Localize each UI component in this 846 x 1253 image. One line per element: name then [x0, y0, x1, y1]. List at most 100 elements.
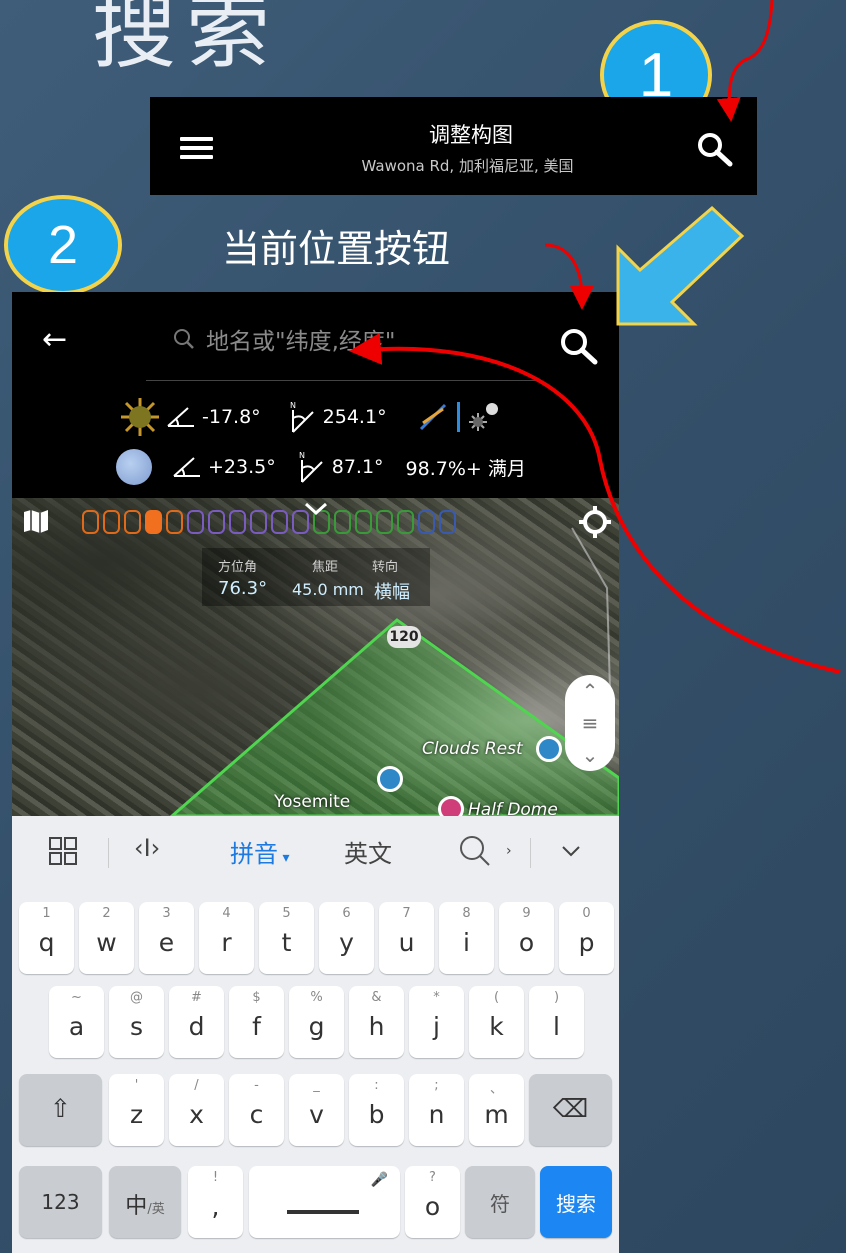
chevron-down-icon[interactable] — [302, 500, 330, 518]
timeline-slot[interactable] — [103, 510, 120, 534]
moon-elevation-icon — [173, 457, 200, 477]
timeline-slot[interactable] — [124, 510, 141, 534]
key-a[interactable]: ~ a — [49, 986, 104, 1058]
key-u[interactable]: 7u — [379, 902, 434, 974]
period-key[interactable]: ? o — [405, 1166, 460, 1238]
key-secondary-label: ! — [212, 1170, 219, 1185]
grid-icon[interactable] — [48, 836, 78, 866]
key-k[interactable]: (k — [469, 986, 524, 1058]
cursor-icon[interactable]: ‹I› — [134, 834, 160, 862]
key-w[interactable]: 2w — [79, 902, 134, 974]
key-q[interactable]: 1q — [19, 902, 74, 974]
menu-lines-icon[interactable]: ≡ — [582, 711, 599, 735]
key-g[interactable]: % g — [289, 986, 344, 1058]
shift-key[interactable]: ⇧ — [19, 1074, 102, 1146]
page-title: 搜索 — [92, 0, 281, 80]
timeline-slot[interactable] — [376, 510, 393, 534]
microphone-icon: 🎤 — [370, 1172, 388, 1188]
key-d[interactable]: # d — [169, 986, 224, 1058]
key-y[interactable]: 6y — [319, 902, 374, 974]
backspace-key[interactable]: ⌫ — [529, 1074, 612, 1146]
zoom-control[interactable]: ⌃ ≡ ⌄ — [565, 675, 615, 771]
search-icon[interactable] — [696, 131, 734, 169]
numbers-key[interactable]: 123 — [19, 1166, 102, 1238]
timeline-slot[interactable] — [187, 510, 204, 534]
map-layers-icon[interactable] — [22, 508, 50, 534]
space-key[interactable]: 🎤 — [249, 1166, 400, 1238]
key-secondary-label: ? — [429, 1170, 436, 1185]
timeline-slot[interactable] — [439, 510, 456, 534]
key-r[interactable]: 4r — [199, 902, 254, 974]
map-view[interactable]: 方位角 焦距 转向 76.3° 45.0 mm 横幅 120 Clouds Re… — [12, 498, 619, 816]
key-t[interactable]: 5t — [259, 902, 314, 974]
key-v[interactable]: _ v — [289, 1074, 344, 1146]
key-n[interactable]: ; n — [409, 1074, 464, 1146]
timeline-slot[interactable] — [208, 510, 225, 534]
lang-switch-key[interactable]: 中/英 — [109, 1166, 181, 1238]
azimuth-value: 76.3° — [218, 578, 268, 599]
chevron-right-icon: › — [506, 843, 512, 859]
search-icon[interactable] — [458, 834, 492, 868]
sun-moon-toggle-icon[interactable] — [466, 401, 500, 433]
key-j[interactable]: * j — [409, 986, 464, 1058]
comma-key[interactable]: !, — [188, 1166, 243, 1238]
key-label: e — [158, 928, 175, 957]
sun-azimuth: 254.1° — [322, 406, 387, 428]
current-location-icon[interactable] — [577, 504, 613, 540]
key-secondary-label: * — [433, 990, 440, 1005]
timeline-slot[interactable] — [397, 510, 414, 534]
symbol-key[interactable]: 符 — [465, 1166, 535, 1238]
search-button-icon[interactable] — [558, 326, 600, 368]
back-arrow-icon[interactable]: ← — [42, 322, 67, 357]
keyboard: ‹I› 拼音 ▾ 英文 › 1 q 2 w 3 e 4 r 5 t 6 y 7 u 8 i 9 o 0 p ~ a @ s # d… — [12, 816, 619, 1253]
key-secondary-label: : — [374, 1078, 379, 1093]
timeline-slot[interactable] — [166, 510, 183, 534]
lang-switch-label: 中/英 — [109, 1188, 181, 1220]
key-s[interactable]: @ s — [109, 986, 164, 1058]
key-z[interactable]: ' z — [109, 1074, 164, 1146]
mountain-pin-icon[interactable] — [377, 766, 403, 792]
search-key[interactable]: 搜索 — [540, 1166, 612, 1238]
moon-icon — [116, 449, 152, 485]
chevron-down-icon[interactable]: ⌄ — [582, 743, 599, 767]
moon-azimuth-icon: N — [299, 451, 323, 483]
key-p[interactable]: 0p — [559, 902, 614, 974]
english-toggle[interactable]: 英文 — [344, 834, 392, 869]
timeline-slot[interactable] — [334, 510, 351, 534]
chevron-up-icon[interactable]: ⌃ — [582, 679, 599, 703]
map-toolbar — [12, 498, 619, 544]
mountain-pin-icon[interactable] — [536, 736, 562, 762]
timeline-slot[interactable] — [250, 510, 267, 534]
timeline-slot[interactable] — [355, 510, 372, 534]
compass-n-label: N — [290, 401, 296, 410]
pinyin-toggle[interactable]: 拼音 ▾ — [230, 834, 289, 869]
timeline-slot[interactable] — [82, 510, 99, 534]
collapse-keyboard-icon[interactable] — [560, 840, 582, 862]
key-secondary-label: 6 — [342, 906, 351, 921]
poi-pin-icon[interactable] — [438, 796, 464, 816]
key-label: , — [211, 1192, 220, 1221]
key-m[interactable]: 、 m — [469, 1074, 524, 1146]
key-label: v — [309, 1100, 324, 1129]
search-placeholder: 地名或"纬度,经度" — [206, 329, 396, 355]
sun-path-icon[interactable] — [417, 401, 451, 433]
timeline-slot[interactable] — [271, 510, 288, 534]
search-input[interactable]: 地名或"纬度,经度" — [172, 322, 395, 356]
key-x[interactable]: / x — [169, 1074, 224, 1146]
timeline-slot[interactable] — [418, 510, 435, 534]
search-underline — [146, 380, 536, 381]
key-label: j — [433, 1012, 440, 1041]
key-i[interactable]: 8i — [439, 902, 494, 974]
key-o[interactable]: 9o — [499, 902, 554, 974]
timeline-slot[interactable] — [229, 510, 246, 534]
key-h[interactable]: & h — [349, 986, 404, 1058]
key-label: p — [578, 928, 595, 957]
key-c[interactable]: -c — [229, 1074, 284, 1146]
key-b[interactable]: :b — [349, 1074, 404, 1146]
timeline-slot[interactable] — [145, 510, 162, 534]
elevation-icon — [167, 407, 194, 427]
search-bar: ← 地名或"纬度,经度" — [12, 292, 619, 382]
key-f[interactable]: $ f — [229, 986, 284, 1058]
key-e[interactable]: 3e — [139, 902, 194, 974]
key-l[interactable]: ) l — [529, 986, 584, 1058]
